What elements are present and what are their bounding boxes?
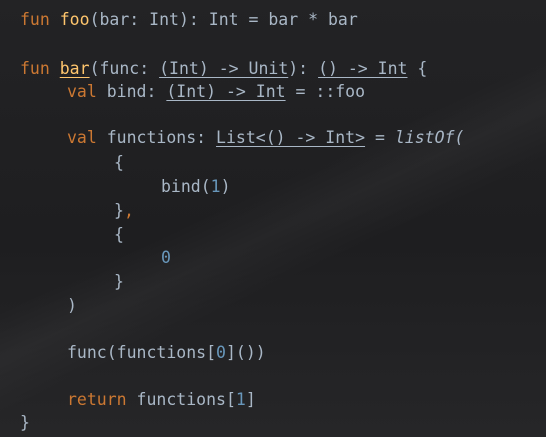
keyword-fun: fun	[20, 10, 50, 29]
code-editor[interactable]: fun foo(bar: Int): Int = bar * bar fun b…	[0, 0, 546, 437]
code-line-2: fun bar(func: (Int) -> Unit): () -> Int …	[20, 59, 427, 79]
code-text: ]	[245, 390, 256, 409]
code-line-6: bind(1)	[161, 177, 231, 197]
code-text: ]())	[225, 343, 266, 362]
code-line-3: val bind: (Int) -> Int = ::foo	[67, 82, 365, 102]
code-text: {	[407, 59, 428, 78]
code-text: bind:	[96, 82, 167, 101]
code-text: ):	[288, 59, 319, 78]
keyword-fun: fun	[20, 59, 50, 78]
function-name-bar: bar	[59, 59, 90, 78]
code-text: }	[114, 201, 124, 220]
function-name-foo: foo	[59, 10, 90, 29]
code-text: =	[365, 128, 395, 147]
code-text: (bar: Int): Int = bar * bar	[89, 10, 358, 29]
keyword-val: val	[67, 128, 97, 147]
code-line-8: {	[114, 225, 124, 245]
number-literal: 1	[235, 390, 246, 409]
code-line-4: val functions: List<() -> Int> = listOf(	[67, 128, 464, 148]
code-text: functions:	[96, 128, 217, 147]
keyword-val: val	[67, 82, 97, 101]
code-text: (func:	[89, 59, 160, 78]
type-annotation: (Int) -> Int	[166, 82, 286, 101]
code-text: = ::foo	[285, 82, 366, 101]
code-line-9: 0	[161, 248, 171, 268]
code-text: )	[220, 177, 231, 196]
number-literal: 0	[161, 248, 171, 267]
code-line-5: {	[114, 153, 124, 173]
code-line-1: fun foo(bar: Int): Int = bar * bar	[20, 10, 358, 30]
code-line-14: }	[20, 413, 30, 433]
return-type-annotation: () -> Int	[318, 59, 408, 78]
type-annotation: List<() -> Int>	[216, 128, 366, 147]
number-literal: 1	[210, 177, 221, 196]
function-call-listof: listOf(	[394, 128, 465, 147]
code-text: {	[114, 225, 124, 244]
type-annotation: (Int) -> Unit	[159, 59, 289, 78]
code-line-11: )	[67, 296, 77, 316]
code-text: }	[114, 272, 124, 291]
code-text: functions[	[126, 390, 236, 409]
code-text: )	[67, 296, 77, 315]
code-line-7: },	[114, 201, 134, 221]
number-literal: 0	[216, 343, 226, 362]
code-line-10: }	[114, 272, 124, 292]
code-text: {	[114, 153, 124, 172]
code-text: bind(	[161, 177, 211, 196]
code-text: }	[20, 413, 30, 432]
code-line-13: return functions[1]	[67, 390, 256, 410]
code-line-12: func(functions[0]())	[67, 343, 266, 363]
code-text: func(functions[	[67, 343, 217, 362]
comma: ,	[123, 201, 134, 220]
keyword-return: return	[67, 390, 127, 409]
